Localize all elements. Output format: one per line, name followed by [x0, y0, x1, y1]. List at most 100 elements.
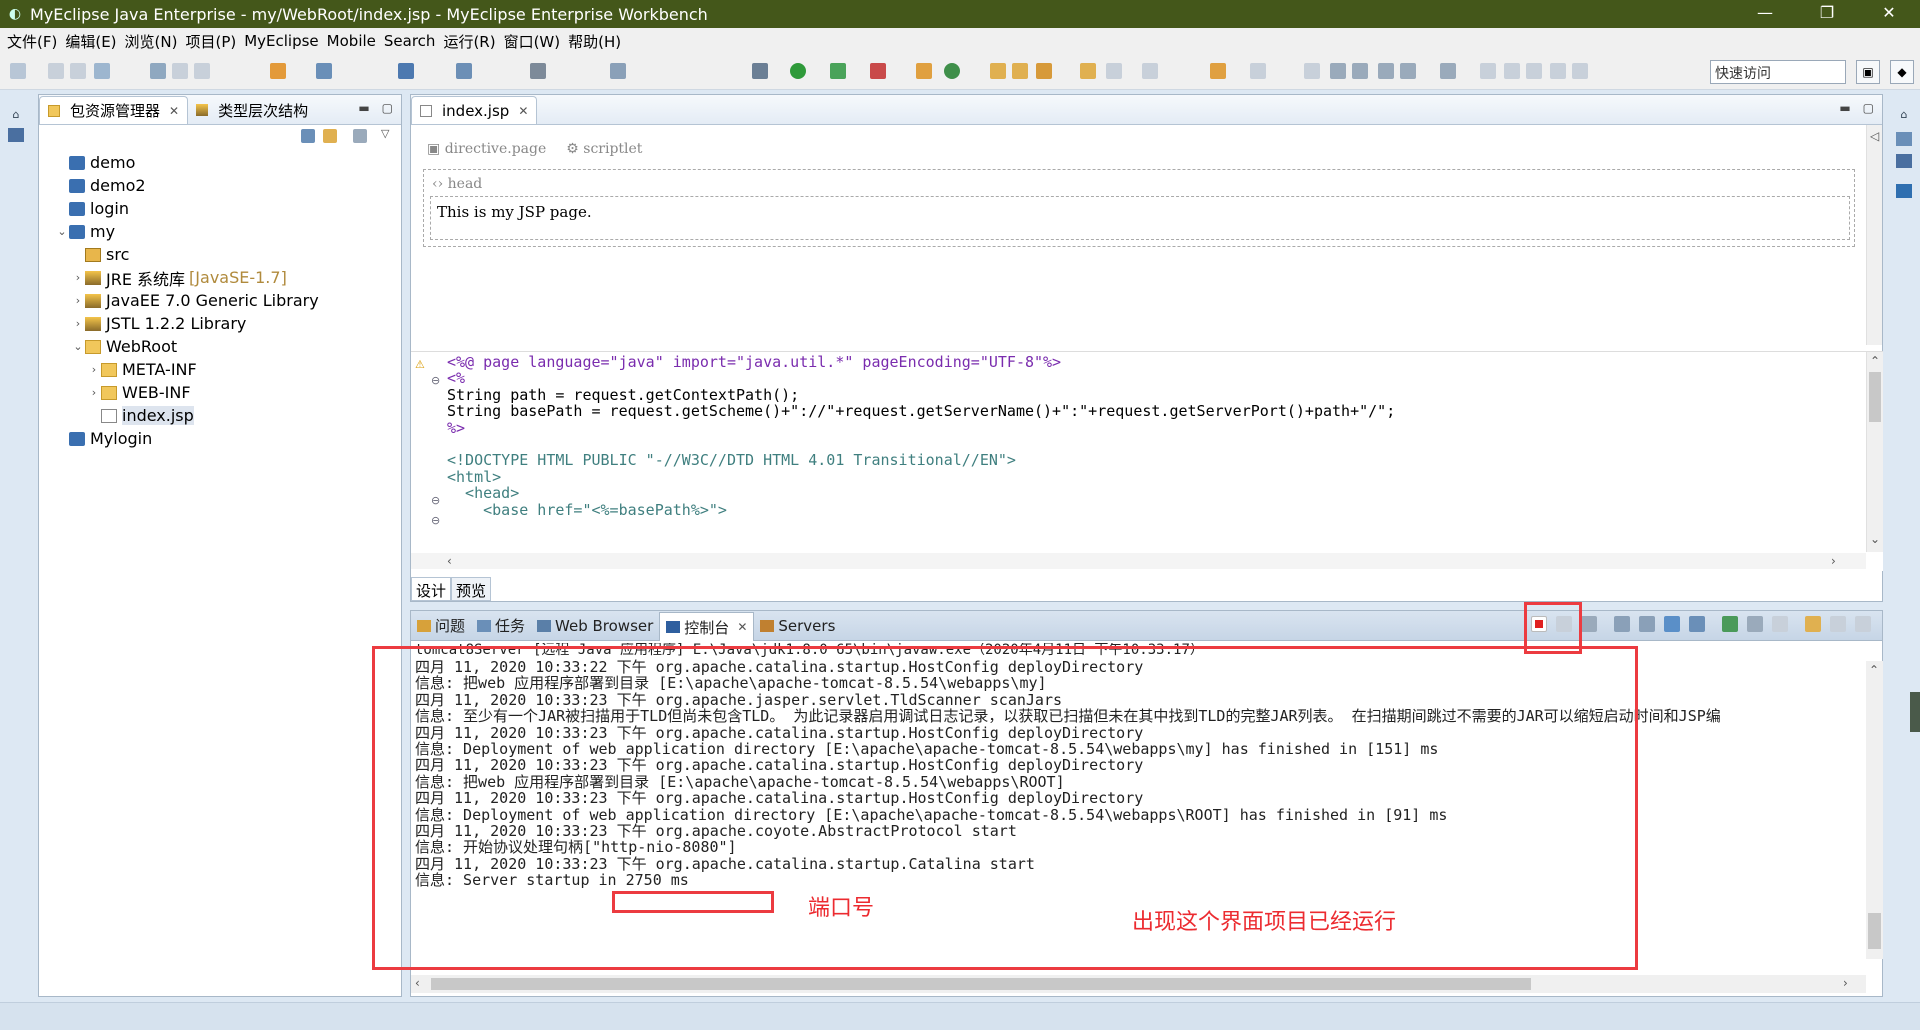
clear-console-icon[interactable] — [1614, 616, 1630, 632]
maximize-view-icon[interactable] — [1855, 616, 1871, 632]
collapsed-arrow-icon[interactable]: › — [87, 386, 101, 399]
minimize-view-icon[interactable]: ▬ — [1839, 101, 1850, 115]
scroll-thumb[interactable] — [1868, 913, 1881, 949]
scroll-left-icon[interactable]: ◁ — [1870, 129, 1879, 143]
scroll-thumb[interactable] — [431, 978, 1531, 990]
scroll-lock-icon[interactable] — [1639, 616, 1655, 632]
collapsed-arrow-icon[interactable]: › — [87, 363, 101, 376]
font-icon[interactable] — [1572, 63, 1588, 79]
collapsed-arrow-icon[interactable]: › — [71, 294, 85, 307]
minimize-view-icon[interactable]: ▬ — [358, 101, 369, 115]
code-line[interactable]: <!DOCTYPE HTML PUBLIC "-//W3C//DTD HTML … — [447, 452, 1395, 469]
fold-icon[interactable]: ⊖ — [431, 374, 440, 387]
source-vscrollbar[interactable]: ⌃ ⌄ — [1866, 352, 1883, 552]
view-menu-icon[interactable] — [353, 129, 367, 143]
tab-console[interactable]: 控制台 ✕ — [659, 612, 755, 641]
tab-web-browser[interactable]: Web Browser — [531, 612, 659, 640]
code-line[interactable]: <%@ page language="java" import="java.ut… — [447, 354, 1395, 371]
code-line[interactable]: %> — [447, 419, 1395, 436]
scroll-thumb[interactable] — [1869, 372, 1881, 422]
refresh-icon[interactable] — [944, 63, 960, 79]
maximize-button[interactable]: ❐ — [1796, 0, 1858, 28]
tree-item-jstl-1-2-2-library[interactable]: › JSTL 1.2.2 Library — [39, 312, 401, 335]
tree-item-my[interactable]: ⌄ my — [39, 220, 401, 243]
bold-icon[interactable] — [1504, 63, 1520, 79]
debug-icon[interactable] — [610, 63, 626, 79]
scriptlet-label[interactable]: ⚙ scriptlet — [566, 141, 642, 157]
restore-icon[interactable]: ⌂ — [8, 108, 24, 122]
menu-project[interactable]: 项目(P) — [184, 31, 243, 52]
palette-icon[interactable] — [1440, 63, 1456, 79]
tree-item-webroot[interactable]: ⌄ WebRoot — [39, 335, 401, 358]
design-scrollbar[interactable]: ◁ — [1866, 125, 1882, 345]
fold-icon[interactable]: ⊖ — [431, 514, 440, 527]
fold-icon[interactable]: ⊖ — [431, 494, 440, 507]
folder-icon[interactable] — [1012, 63, 1028, 79]
link-editor-icon[interactable] — [323, 129, 337, 143]
tree-item-jre[interactable]: › JRE 系统库 [JavaSE-1.7] — [39, 266, 401, 289]
myeclipse-perspective-button[interactable]: ◆ — [1890, 60, 1914, 84]
menu-run[interactable]: 运行(R) — [442, 31, 502, 52]
tab-preview[interactable]: 预览 — [451, 577, 492, 601]
collapsed-arrow-icon[interactable]: › — [71, 317, 85, 330]
tab-problems[interactable]: 问题 — [411, 612, 471, 640]
code-line[interactable]: String basePath = request.getScheme()+":… — [447, 403, 1395, 420]
folder-open-icon[interactable] — [990, 63, 1006, 79]
run-icon[interactable] — [790, 63, 806, 79]
source-hscrollbar[interactable]: ‹ › — [411, 553, 1866, 569]
package-icon[interactable] — [316, 63, 332, 79]
collapse-all-icon[interactable] — [301, 129, 315, 143]
outline-icon[interactable] — [8, 128, 24, 142]
close-icon[interactable]: ✕ — [169, 104, 179, 118]
tree-item-index-jsp[interactable]: index.jsp — [39, 404, 401, 427]
maximize-view-icon[interactable]: ▢ — [382, 101, 393, 115]
scroll-right-icon[interactable]: › — [1831, 554, 1836, 568]
italic-icon[interactable] — [1526, 63, 1542, 79]
tree-item-meta-inf[interactable]: › META-INF — [39, 358, 401, 381]
menu-search[interactable]: Search — [383, 32, 443, 50]
minimize-button[interactable]: — — [1734, 0, 1796, 28]
tree-item-mylogin[interactable]: Mylogin — [39, 427, 401, 450]
tab-tasks[interactable]: 任务 — [471, 612, 531, 640]
tab-index-jsp[interactable]: index.jsp ✕ — [411, 96, 538, 124]
server-icon[interactable] — [398, 63, 414, 79]
menu-edit[interactable]: 编辑(E) — [64, 31, 123, 52]
annotation-icon[interactable] — [1106, 63, 1122, 79]
tree-item-login[interactable]: login — [39, 197, 401, 220]
new-icon[interactable] — [10, 63, 26, 79]
close-icon[interactable]: ✕ — [518, 104, 528, 118]
menu-navigate[interactable]: 浏览(N) — [124, 31, 185, 52]
new-project-icon[interactable] — [270, 63, 286, 79]
tree-item-demo2[interactable]: demo2 — [39, 174, 401, 197]
show-console-icon[interactable] — [1689, 616, 1705, 632]
code-line[interactable]: String path = request.getContextPath(); — [447, 386, 1395, 403]
close-icon[interactable]: ✕ — [737, 620, 747, 634]
menu-help[interactable]: 帮助(H) — [567, 31, 628, 52]
menu-mobile[interactable]: Mobile — [326, 32, 383, 50]
directive-page-label[interactable]: ▣ directive.page — [427, 141, 546, 157]
remove-all-icon[interactable] — [1581, 616, 1597, 632]
tree-item-src[interactable]: src — [39, 243, 401, 266]
layout3-icon[interactable] — [1378, 63, 1394, 79]
restore-right-icon[interactable]: ⌂ — [1896, 108, 1912, 122]
scroll-left-icon[interactable]: ‹ — [415, 976, 420, 990]
tab-type-hierarchy[interactable]: 类型层次结构 — [188, 96, 316, 124]
code-line[interactable]: <html> — [447, 468, 1395, 485]
undo-icon[interactable] — [172, 63, 188, 79]
collapsed-arrow-icon[interactable]: › — [71, 271, 85, 284]
underline-icon[interactable] — [1480, 63, 1496, 79]
back-icon[interactable] — [1210, 63, 1226, 79]
pin-icon[interactable] — [1304, 63, 1320, 79]
scroll-left-icon[interactable]: ‹ — [447, 554, 452, 568]
tab-servers[interactable]: Servers — [754, 612, 841, 640]
scroll-up-icon[interactable]: ⌃ — [1870, 354, 1880, 368]
chevron-down-icon[interactable] — [1772, 616, 1788, 632]
word-wrap-icon[interactable] — [1664, 616, 1680, 632]
settings-icon[interactable] — [752, 63, 768, 79]
code-line[interactable]: <head> — [447, 485, 1395, 502]
properties-icon[interactable] — [1896, 154, 1912, 168]
quick-access-input[interactable]: 快速访问 — [1710, 60, 1846, 84]
scroll-right-icon[interactable]: › — [1843, 976, 1848, 990]
menu-window[interactable]: 窗口(W) — [503, 31, 568, 52]
tree-item-javaee-7-0-generic-library[interactable]: › JavaEE 7.0 Generic Library — [39, 289, 401, 312]
